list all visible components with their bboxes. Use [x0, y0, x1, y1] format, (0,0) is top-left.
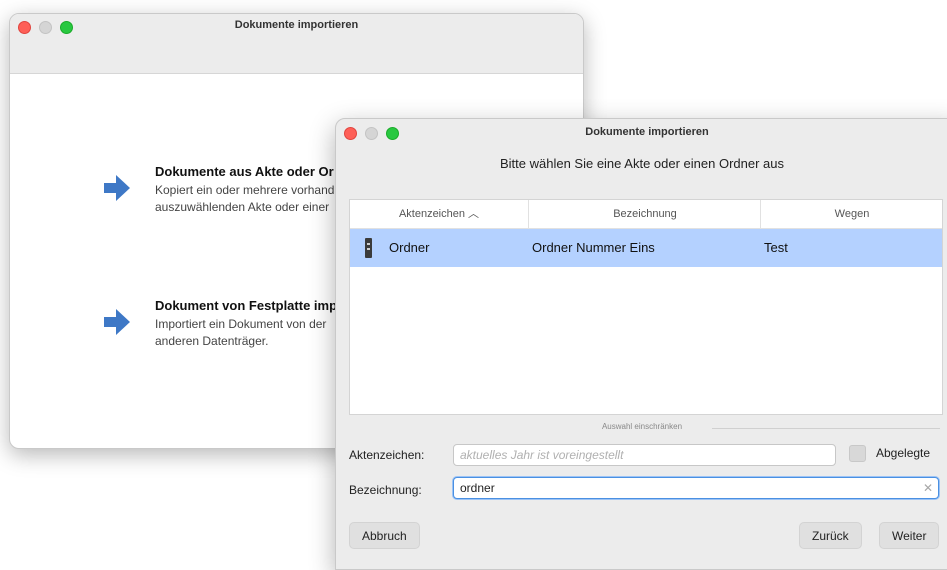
column-header-wegen[interactable]: Wegen — [760, 200, 943, 228]
bezeichnung-value: ordner — [460, 481, 495, 495]
dialog-subtitle: Bitte wählen Sie eine Akte oder einen Or… — [499, 156, 784, 171]
next-button[interactable]: Weiter — [879, 522, 940, 549]
arrow-right-icon — [104, 175, 130, 201]
cancel-button[interactable]: Abbruch — [349, 522, 420, 549]
cell-wegen: Test — [764, 240, 788, 255]
filter-section-label: Auswahl einschränken — [572, 422, 712, 431]
column-header-aktenzeichen[interactable]: Aktenzeichen ︿ — [350, 200, 528, 228]
aktenzeichen-label: Aktenzeichen: — [349, 448, 425, 462]
option-title: Dokumente aus Akte oder Or — [155, 164, 334, 179]
option-title: Dokument von Festplatte imp — [155, 298, 338, 313]
titlebar: Dokumente importieren — [10, 14, 583, 74]
cell-bezeichnung: Ordner Nummer Eins — [532, 240, 655, 255]
dialog-title: Dokumente importieren — [585, 126, 709, 138]
clear-icon[interactable]: ✕ — [923, 478, 933, 498]
table-header: Aktenzeichen ︿ Bezeichnung Wegen — [350, 200, 942, 229]
folder-table: Aktenzeichen ︿ Bezeichnung Wegen Ordner … — [349, 199, 943, 415]
table-row[interactable]: Ordner Ordner Nummer Eins Test — [350, 229, 942, 267]
abgelegte-checkbox[interactable] — [849, 445, 866, 462]
cell-aktenzeichen: Ordner — [389, 240, 430, 255]
abgelegte-label: Abgelegte — [876, 446, 931, 460]
bezeichnung-label: Bezeichnung: — [349, 483, 422, 497]
select-folder-dialog: Dokumente importieren Bitte wählen Sie e… — [335, 118, 947, 570]
arrow-right-icon — [104, 309, 130, 335]
binder-icon — [365, 238, 372, 258]
column-header-bezeichnung[interactable]: Bezeichnung — [528, 200, 761, 228]
aktenzeichen-input[interactable]: aktuelles Jahr ist voreingestellt — [453, 444, 836, 466]
divider — [703, 428, 940, 429]
bezeichnung-input[interactable]: ordner ✕ — [453, 477, 939, 499]
back-button[interactable]: Zurück — [799, 522, 862, 549]
window-title: Dokumente importieren — [234, 19, 359, 31]
